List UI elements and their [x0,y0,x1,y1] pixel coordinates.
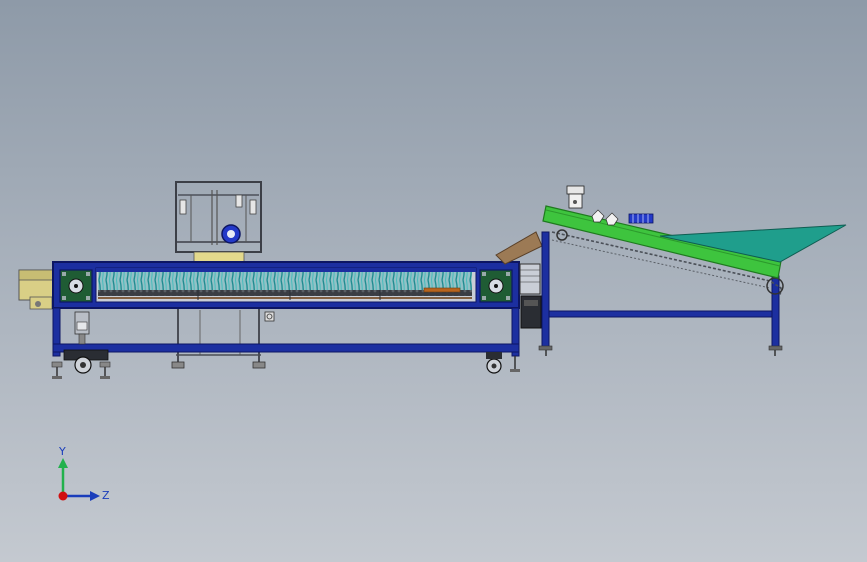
fan-blade-row [98,272,472,290]
blue-motor-ring [221,224,241,244]
right-drive-panel [479,269,513,303]
y-axis-label: Y [58,445,66,458]
brown-chute [495,231,543,265]
caster-wheels [51,349,520,379]
tower-lower-legs [171,300,275,369]
cad-viewport[interactable]: Y Z [0,0,867,562]
main-frame-legs [52,307,520,357]
upper-tower-frame [175,181,262,265]
z-axis-label: Z [102,489,110,502]
left-drive-panel [59,269,93,303]
x-axis-dot [58,491,68,501]
axis-triad: Y Z [58,445,110,502]
left-feeder [18,269,56,310]
transfer-motor-unit [519,263,542,329]
